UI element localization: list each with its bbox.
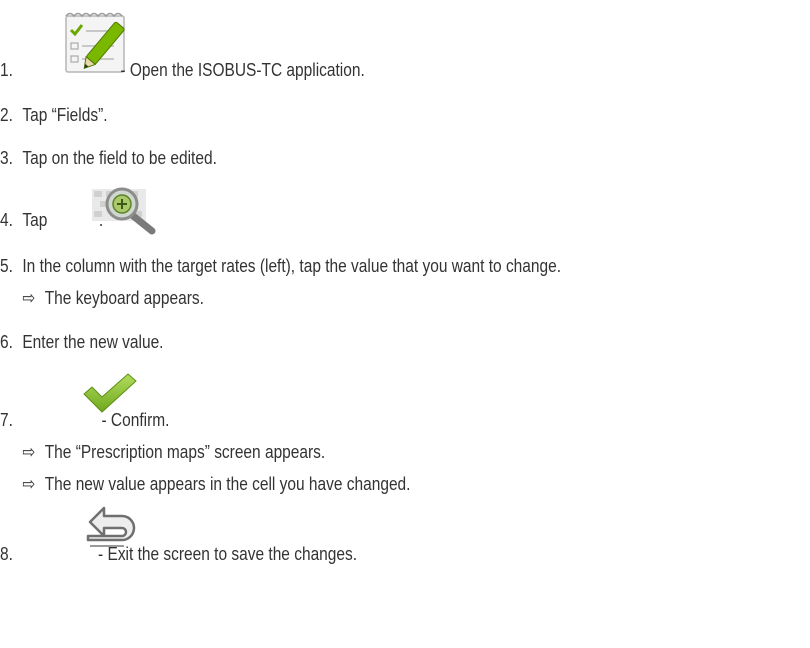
step-3: 3. Tap on the field to be edited. — [0, 147, 217, 169]
step-text: - Exit the screen to save the changes. — [98, 544, 358, 564]
step-number: 8. — [0, 544, 13, 564]
step-number: 3. — [0, 148, 13, 168]
step-text: Tap — [22, 210, 48, 230]
step-number: 5. — [0, 256, 13, 276]
step-1: 1. - Open the ISOBUS-TC application. — [0, 59, 365, 81]
step-6: 6. Enter the new value. — [0, 331, 163, 353]
step-number: 7. — [0, 410, 13, 430]
step-number: 2. — [0, 105, 13, 125]
result-text: The “Prescription maps” screen appears. — [44, 442, 326, 462]
step-text-end: . — [98, 210, 104, 230]
result-text: The keyboard appears. — [44, 288, 204, 308]
step-5-result: ⇨ The keyboard appears. — [0, 287, 204, 309]
step-text: In the column with the target rates (lef… — [22, 256, 562, 276]
step-number: 6. — [0, 332, 13, 352]
step-7: 7. - Confirm. — [0, 409, 169, 431]
step-7-result-1: ⇨ The “Prescription maps” screen appears. — [0, 441, 325, 463]
step-text: Enter the new value. — [22, 332, 164, 352]
step-5: 5. In the column with the target rates (l… — [0, 255, 561, 277]
step-number: 1. — [0, 60, 13, 80]
step-2: 2. Tap “Fields”. — [0, 104, 108, 126]
result-arrow-icon: ⇨ — [22, 474, 36, 494]
step-number: 4. — [0, 210, 13, 230]
step-text: - Confirm. — [101, 410, 170, 430]
step-8: 8. - Exit the screen to save the changes. — [0, 543, 357, 565]
step-7-result-2: ⇨ The new value appears in the cell you h… — [0, 473, 410, 495]
step-text: Tap “Fields”. — [22, 105, 108, 125]
result-text: The new value appears in the cell you ha… — [44, 474, 411, 494]
result-arrow-icon: ⇨ — [22, 442, 36, 462]
result-arrow-icon: ⇨ — [22, 288, 36, 308]
step-4: 4. Tap. — [0, 209, 103, 231]
step-text: Tap on the field to be edited. — [22, 148, 217, 168]
step-text: - Open the ISOBUS-TC application. — [120, 60, 365, 80]
